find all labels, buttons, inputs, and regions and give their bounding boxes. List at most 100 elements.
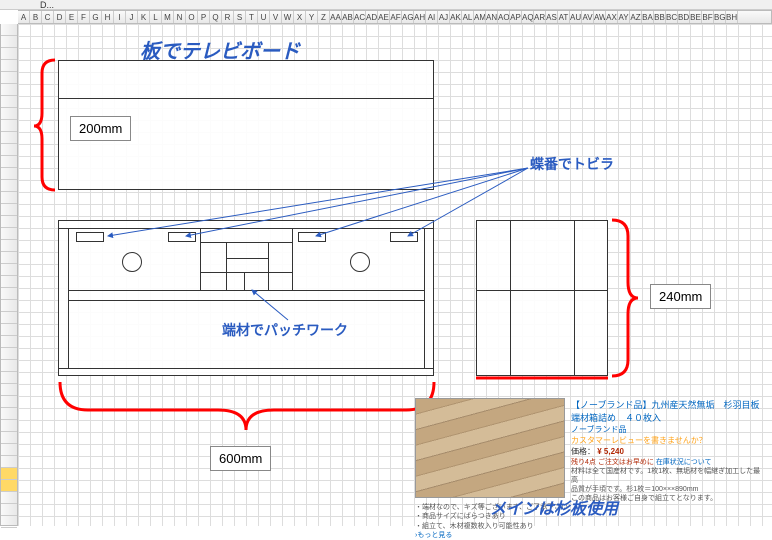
col-header[interactable]: AR (534, 11, 546, 23)
col-header[interactable]: H (102, 11, 114, 23)
col-header[interactable]: BD (678, 11, 690, 23)
col-header[interactable]: AH (414, 11, 426, 23)
row-header[interactable] (1, 360, 17, 372)
row-header[interactable] (1, 108, 17, 120)
row-header[interactable] (1, 252, 17, 264)
row-header[interactable] (1, 504, 17, 516)
col-header[interactable]: U (258, 11, 270, 23)
col-header[interactable]: AK (450, 11, 462, 23)
row-header[interactable] (1, 432, 17, 444)
row-header[interactable] (1, 468, 17, 480)
row-header[interactable] (1, 48, 17, 60)
col-header[interactable]: AI (426, 11, 438, 23)
row-header[interactable] (1, 84, 17, 96)
col-header[interactable]: B (30, 11, 42, 23)
row-header[interactable] (1, 180, 17, 192)
row-header[interactable] (1, 96, 17, 108)
col-header[interactable]: AJ (438, 11, 450, 23)
col-header[interactable]: V (270, 11, 282, 23)
col-header[interactable]: F (78, 11, 90, 23)
col-header[interactable]: AC (354, 11, 366, 23)
col-header[interactable]: AF (390, 11, 402, 23)
col-header[interactable]: BH (726, 11, 738, 23)
row-header[interactable] (1, 372, 17, 384)
row-header[interactable] (1, 456, 17, 468)
row-header[interactable] (1, 348, 17, 360)
column-headers[interactable]: ABCDEFGHIJKLMNOPQRSTUVWXYZAAABACADAEAFAG… (18, 10, 772, 24)
row-header[interactable] (1, 300, 17, 312)
col-header[interactable]: X (294, 11, 306, 23)
col-header[interactable]: AV (582, 11, 594, 23)
row-header[interactable] (1, 264, 17, 276)
row-header[interactable] (1, 204, 17, 216)
col-header[interactable]: M (162, 11, 174, 23)
col-header[interactable]: AS (546, 11, 558, 23)
col-header[interactable]: AX (606, 11, 618, 23)
formula-bar[interactable]: D... (0, 0, 772, 10)
row-header[interactable] (1, 396, 17, 408)
col-header[interactable]: E (66, 11, 78, 23)
col-header[interactable]: N (174, 11, 186, 23)
row-header[interactable] (1, 408, 17, 420)
col-header[interactable]: AZ (630, 11, 642, 23)
row-headers[interactable] (0, 24, 18, 526)
row-header[interactable] (1, 444, 17, 456)
col-header[interactable]: BB (654, 11, 666, 23)
col-header[interactable]: AD (366, 11, 378, 23)
col-header[interactable]: D (54, 11, 66, 23)
col-header[interactable]: AO (498, 11, 510, 23)
col-header[interactable]: AL (462, 11, 474, 23)
col-header[interactable]: W (282, 11, 294, 23)
col-header[interactable]: AW (594, 11, 606, 23)
row-header[interactable] (1, 516, 17, 528)
col-header[interactable]: L (150, 11, 162, 23)
col-header[interactable]: AB (342, 11, 354, 23)
col-header[interactable]: I (114, 11, 126, 23)
row-header[interactable] (1, 312, 17, 324)
col-header[interactable]: BE (690, 11, 702, 23)
row-header[interactable] (1, 132, 17, 144)
col-header[interactable]: C (42, 11, 54, 23)
row-header[interactable] (1, 384, 17, 396)
col-header[interactable]: Y (306, 11, 318, 23)
row-header[interactable] (1, 336, 17, 348)
row-header[interactable] (1, 156, 17, 168)
row-header[interactable] (1, 60, 17, 72)
row-header[interactable] (1, 168, 17, 180)
col-header[interactable]: AU (570, 11, 582, 23)
col-header[interactable]: BA (642, 11, 654, 23)
row-header[interactable] (1, 228, 17, 240)
col-header[interactable]: K (138, 11, 150, 23)
row-header[interactable] (1, 324, 17, 336)
row-header[interactable] (1, 36, 17, 48)
col-header[interactable]: Z (318, 11, 330, 23)
col-header[interactable]: G (90, 11, 102, 23)
row-header[interactable] (1, 240, 17, 252)
col-header[interactable]: AP (510, 11, 522, 23)
col-header[interactable]: AY (618, 11, 630, 23)
col-header[interactable]: AM (474, 11, 486, 23)
col-header[interactable]: J (126, 11, 138, 23)
row-header[interactable] (1, 480, 17, 492)
row-header[interactable] (1, 144, 17, 156)
row-header[interactable] (1, 216, 17, 228)
col-header[interactable]: AG (402, 11, 414, 23)
row-header[interactable] (1, 492, 17, 504)
col-header[interactable]: R (222, 11, 234, 23)
col-header[interactable]: T (246, 11, 258, 23)
col-header[interactable]: BG (714, 11, 726, 23)
row-header[interactable] (1, 72, 17, 84)
col-header[interactable]: O (186, 11, 198, 23)
row-header[interactable] (1, 420, 17, 432)
row-header[interactable] (1, 276, 17, 288)
col-header[interactable]: AE (378, 11, 390, 23)
col-header[interactable]: AT (558, 11, 570, 23)
col-header[interactable]: S (234, 11, 246, 23)
col-header[interactable]: AQ (522, 11, 534, 23)
col-header[interactable]: P (198, 11, 210, 23)
row-header[interactable] (1, 192, 17, 204)
col-header[interactable]: A (18, 11, 30, 23)
col-header[interactable]: Q (210, 11, 222, 23)
row-header[interactable] (1, 288, 17, 300)
col-header[interactable]: BC (666, 11, 678, 23)
